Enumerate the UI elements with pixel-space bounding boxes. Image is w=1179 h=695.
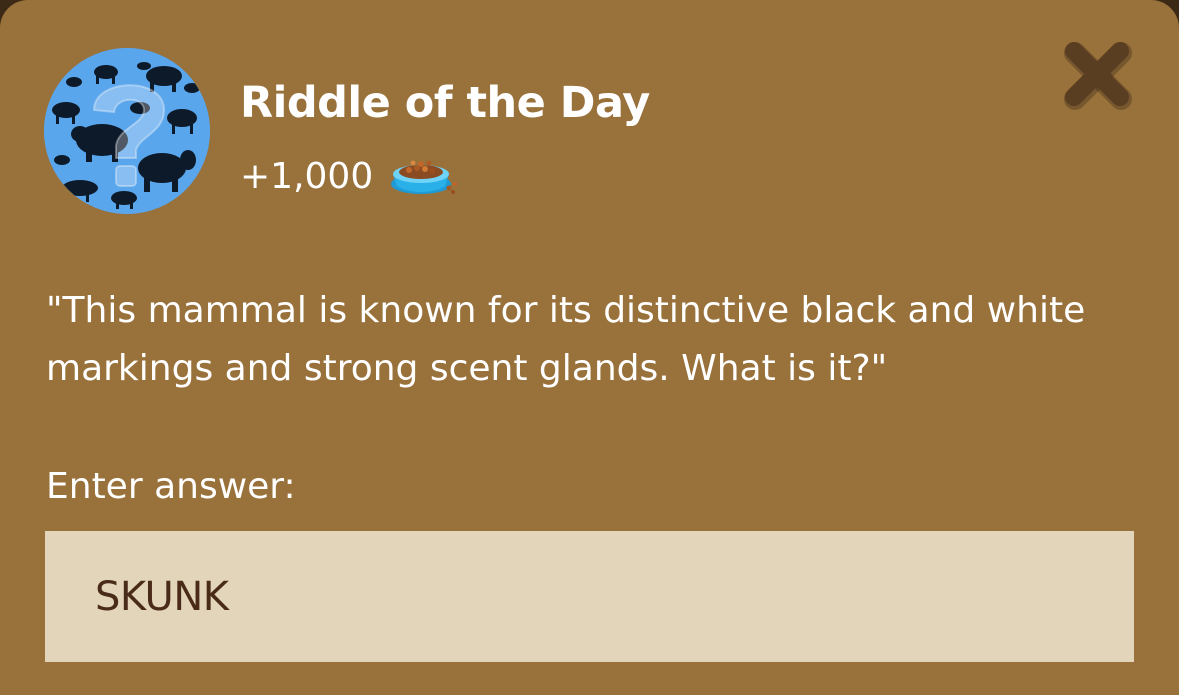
reward-amount: +1,000 <box>240 155 374 197</box>
close-button[interactable] <box>1060 38 1134 110</box>
pet-food-bowl-icon <box>387 150 459 202</box>
answer-value: SKUNK <box>95 573 229 620</box>
close-icon <box>1064 42 1132 110</box>
answer-input[interactable]: SKUNK <box>45 531 1134 662</box>
riddle-dialog: Riddle of the Day +1,000 "This mammal is… <box>0 0 1179 695</box>
riddle-text: "This mammal is known for its distinctiv… <box>46 290 1086 389</box>
answer-label: Enter answer: <box>46 466 296 507</box>
animal-question-mark-icon <box>44 48 210 214</box>
reward-row: +1,000 <box>240 152 459 200</box>
dialog-title: Riddle of the Day <box>240 78 650 128</box>
